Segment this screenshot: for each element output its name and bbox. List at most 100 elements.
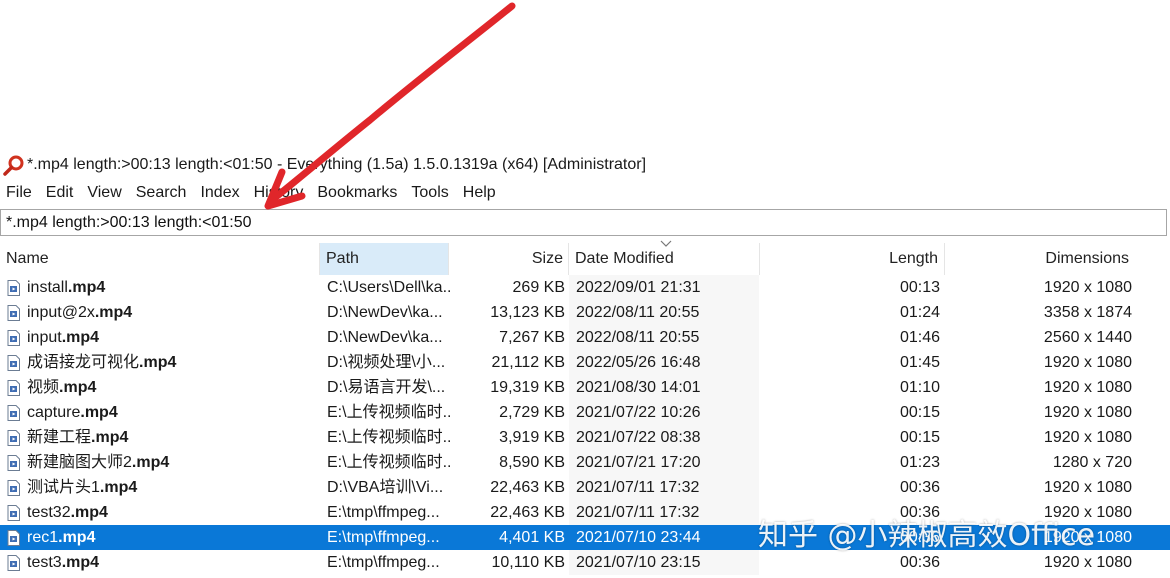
menu-tools[interactable]: Tools xyxy=(404,182,455,206)
file-name: input@2x.mp4 xyxy=(27,300,317,325)
file-path: D:\视频处理\小... xyxy=(327,354,446,371)
file-size: 3,919 KB xyxy=(499,429,565,446)
file-name-extension: .mp4 xyxy=(131,454,170,471)
column-header-name[interactable]: Name xyxy=(0,243,320,275)
file-name: 测试片头1.mp4 xyxy=(27,475,317,500)
video-file-icon xyxy=(7,380,20,396)
video-dimensions: 1920 x 1080 xyxy=(1043,479,1132,496)
column-header-length[interactable]: Length xyxy=(760,243,945,275)
file-name-base: install xyxy=(27,279,68,296)
file-name: input.mp4 xyxy=(27,325,317,350)
file-name-extension: .mp4 xyxy=(94,304,133,321)
file-name: test32.mp4 xyxy=(27,500,317,525)
file-name-base: input xyxy=(27,329,62,346)
video-dimensions: 1920 x 1080 xyxy=(1043,379,1132,396)
file-name-base: 测试片头1 xyxy=(27,479,100,496)
file-name: capture.mp4 xyxy=(27,400,317,425)
video-length: 01:24 xyxy=(899,304,940,321)
file-name-extension: .mp4 xyxy=(61,329,100,346)
table-row[interactable]: input.mp4 D:\NewDev\ka... 7,267 KB 2022/08/… xyxy=(0,325,1170,350)
video-file-icon xyxy=(7,355,20,371)
video-dimensions: 1920 x 1080 xyxy=(1043,429,1132,446)
video-file-icon xyxy=(7,330,20,346)
search-input[interactable]: *.mp4 length:>00:13 length:<01:50 xyxy=(0,209,1167,236)
watermark: 知乎 @小辣椒高效Office xyxy=(758,518,1096,553)
date-modified: 2022/09/01 21:31 xyxy=(576,279,701,296)
video-file-icon xyxy=(7,430,20,446)
video-file-icon xyxy=(7,530,20,546)
window-title: *.mp4 length:>00:13 length:<01:50 - Ever… xyxy=(27,156,647,173)
table-row[interactable]: input@2x.mp4 D:\NewDev\ka... 13,123 KB 2022… xyxy=(0,300,1170,325)
menu-index[interactable]: Index xyxy=(193,182,246,206)
video-file-icon xyxy=(7,555,20,571)
date-modified: 2022/08/11 20:55 xyxy=(576,304,700,321)
menu-file[interactable]: File xyxy=(0,182,39,206)
file-path: E:\tmp\ffmpeg... xyxy=(327,504,440,521)
sort-descending-icon xyxy=(660,240,672,247)
file-name: rec1.mp4 xyxy=(27,525,317,550)
file-name-extension: .mp4 xyxy=(91,429,129,446)
video-file-icon xyxy=(7,405,20,421)
file-name-extension: .mp4 xyxy=(67,279,106,296)
menu-help[interactable]: Help xyxy=(456,182,503,206)
file-path: D:\NewDev\ka... xyxy=(327,329,443,346)
video-file-icon xyxy=(7,305,20,321)
video-dimensions: 1920 x 1080 xyxy=(1043,279,1132,296)
column-header-dimensions[interactable]: Dimensions xyxy=(945,243,1130,275)
menu-search[interactable]: Search xyxy=(129,182,194,206)
table-row[interactable]: capture.mp4 E:\上传视频临时... 2,729 KB 2021/07/2… xyxy=(0,400,1170,425)
file-path: E:\上传视频临时... xyxy=(327,404,452,421)
file-name-base: 成语接龙可视化 xyxy=(27,354,140,371)
file-name: 视频.mp4 xyxy=(27,375,317,400)
file-name-base: test3 xyxy=(27,554,62,571)
file-size: 10,110 KB xyxy=(491,554,565,571)
video-length: 00:15 xyxy=(899,429,940,446)
menu-history[interactable]: History xyxy=(247,182,311,206)
menu-view[interactable]: View xyxy=(80,182,128,206)
video-dimensions: 1280 x 720 xyxy=(1052,454,1132,471)
table-row[interactable]: install.mp4 C:\Users\Dell\ka... 269 KB 2022… xyxy=(0,275,1170,300)
video-file-icon xyxy=(7,505,20,521)
table-row[interactable]: 新建工程.mp4 E:\上传视频临时... 3,919 KB 2021/07/22 0… xyxy=(0,425,1170,450)
video-length: 01:10 xyxy=(899,379,940,396)
date-modified: 2021/07/11 17:32 xyxy=(576,479,700,496)
file-name-base: 新建工程 xyxy=(27,429,92,446)
file-name-extension: .mp4 xyxy=(99,479,138,496)
file-path: E:\tmp\ffmpeg... xyxy=(327,554,440,571)
file-size: 13,123 KB xyxy=(490,304,565,321)
menu-edit[interactable]: Edit xyxy=(39,182,81,206)
video-file-icon xyxy=(7,455,20,471)
file-path: E:\tmp\ffmpeg... xyxy=(327,529,440,546)
file-name-extension: .mp4 xyxy=(70,504,108,521)
date-modified: 2022/08/11 20:55 xyxy=(576,329,700,346)
file-path: D:\NewDev\ka... xyxy=(327,304,443,321)
date-modified: 2021/08/30 14:01 xyxy=(576,379,701,396)
file-name: 新建工程.mp4 xyxy=(27,425,317,450)
everything-magnifier-icon xyxy=(3,155,24,176)
date-modified: 2021/07/11 17:32 xyxy=(576,504,700,521)
file-name-extension: .mp4 xyxy=(59,379,97,396)
file-path: C:\Users\Dell\ka... xyxy=(327,279,452,296)
file-size: 8,590 KB xyxy=(499,454,565,471)
file-name-extension: .mp4 xyxy=(61,554,100,571)
menu-bookmarks[interactable]: Bookmarks xyxy=(310,182,404,206)
video-length: 00:13 xyxy=(899,279,940,296)
file-path: E:\上传视频临时... xyxy=(327,429,452,446)
video-length: 01:45 xyxy=(899,354,940,371)
column-header-size[interactable]: Size xyxy=(449,243,569,275)
table-row[interactable]: 新建脑图大师2.mp4 E:\上传视频临时... 8,590 KB 2021/07/2… xyxy=(0,450,1170,475)
date-modified: 2021/07/10 23:44 xyxy=(576,529,701,546)
video-file-icon xyxy=(7,480,20,496)
file-name-base: input@2x xyxy=(27,304,95,321)
file-name: test3.mp4 xyxy=(27,550,317,575)
file-name: 成语接龙可视化.mp4 xyxy=(27,350,317,375)
table-row[interactable]: 视频.mp4 D:\易语言开发\... 19,319 KB 2021/08/30 14… xyxy=(0,375,1170,400)
table-row[interactable]: 成语接龙可视化.mp4 D:\视频处理\小... 21,112 KB 2022/05/… xyxy=(0,350,1170,375)
file-name: 新建脑图大师2.mp4 xyxy=(27,450,317,475)
table-row[interactable]: 测试片头1.mp4 D:\VBA培训\Vi... 22,463 KB 2021/07/… xyxy=(0,475,1170,500)
menu-bar: File Edit View Search Index History Book… xyxy=(0,182,1170,206)
video-dimensions: 3358 x 1874 xyxy=(1043,304,1132,321)
column-header-path[interactable]: Path xyxy=(320,243,449,275)
date-modified: 2021/07/22 10:26 xyxy=(576,404,701,421)
file-path: E:\上传视频临时... xyxy=(327,454,452,471)
